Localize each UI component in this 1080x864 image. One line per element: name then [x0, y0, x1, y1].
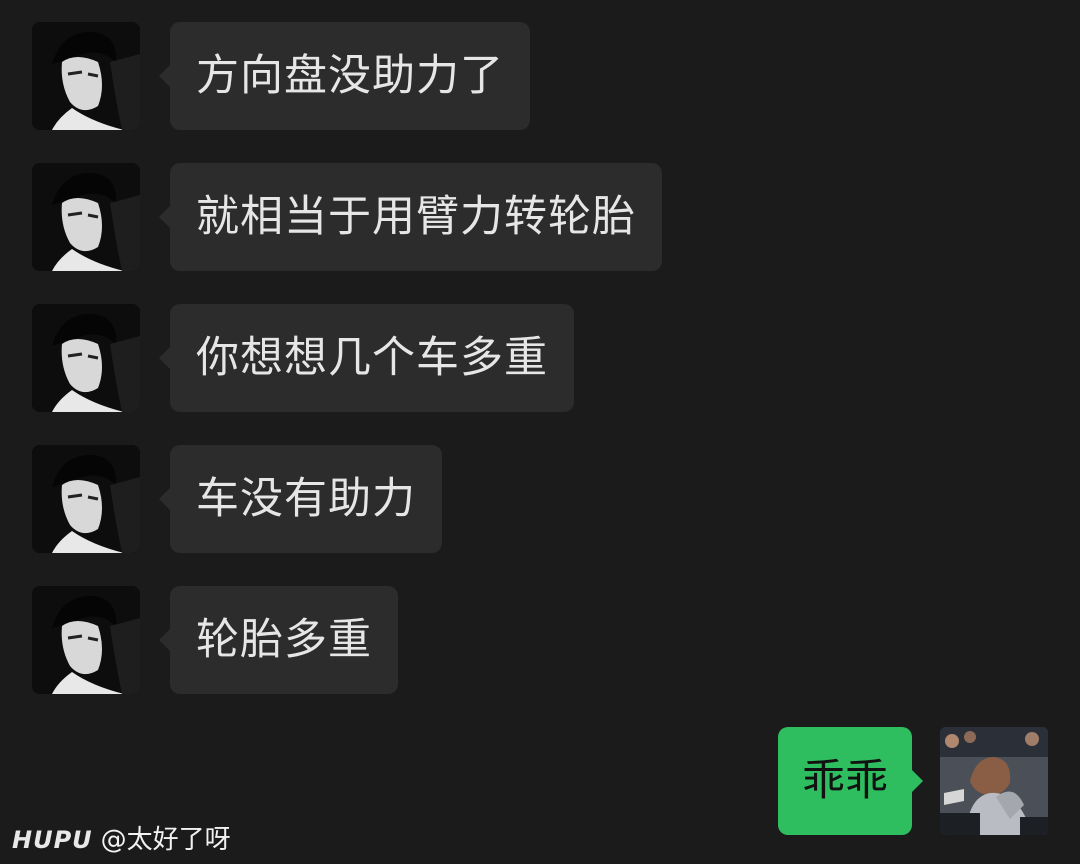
message-row: 轮胎多重	[32, 586, 398, 694]
portrait-icon	[32, 304, 140, 412]
message-row: 就相当于用臂力转轮胎	[32, 163, 662, 271]
message-row: 方向盘没助力了	[32, 22, 530, 130]
message-row: 车没有助力	[32, 445, 442, 553]
message-bubble[interactable]: 就相当于用臂力转轮胎	[159, 163, 662, 271]
self-avatar[interactable]	[940, 727, 1048, 835]
message-bubble[interactable]: 你想想几个车多重	[159, 304, 574, 412]
message-bubble[interactable]: 方向盘没助力了	[159, 22, 530, 130]
watermark-handle: @太好了呀	[100, 825, 231, 855]
contact-avatar[interactable]	[32, 22, 140, 130]
message-row-outgoing: 乖乖	[778, 727, 1048, 835]
contact-avatar[interactable]	[32, 304, 140, 412]
contact-avatar[interactable]	[32, 586, 140, 694]
courtside-photo-icon	[940, 727, 1048, 835]
portrait-icon	[32, 163, 140, 271]
portrait-icon	[32, 445, 140, 553]
chat-window: 方向盘没助力了 就相当于用臂力转轮胎 你想想几个车多重 车没有助力 轮胎多重 乖…	[0, 0, 1080, 864]
contact-avatar[interactable]	[32, 445, 140, 553]
watermark: HUPU @太好了呀	[12, 819, 231, 856]
hupu-logo: HUPU	[12, 826, 93, 854]
contact-avatar[interactable]	[32, 163, 140, 271]
portrait-icon	[32, 22, 140, 130]
message-bubble-outgoing[interactable]: 乖乖	[778, 727, 923, 835]
message-bubble[interactable]: 轮胎多重	[159, 586, 398, 694]
message-row: 你想想几个车多重	[32, 304, 574, 412]
portrait-icon	[32, 586, 140, 694]
message-bubble[interactable]: 车没有助力	[159, 445, 442, 553]
